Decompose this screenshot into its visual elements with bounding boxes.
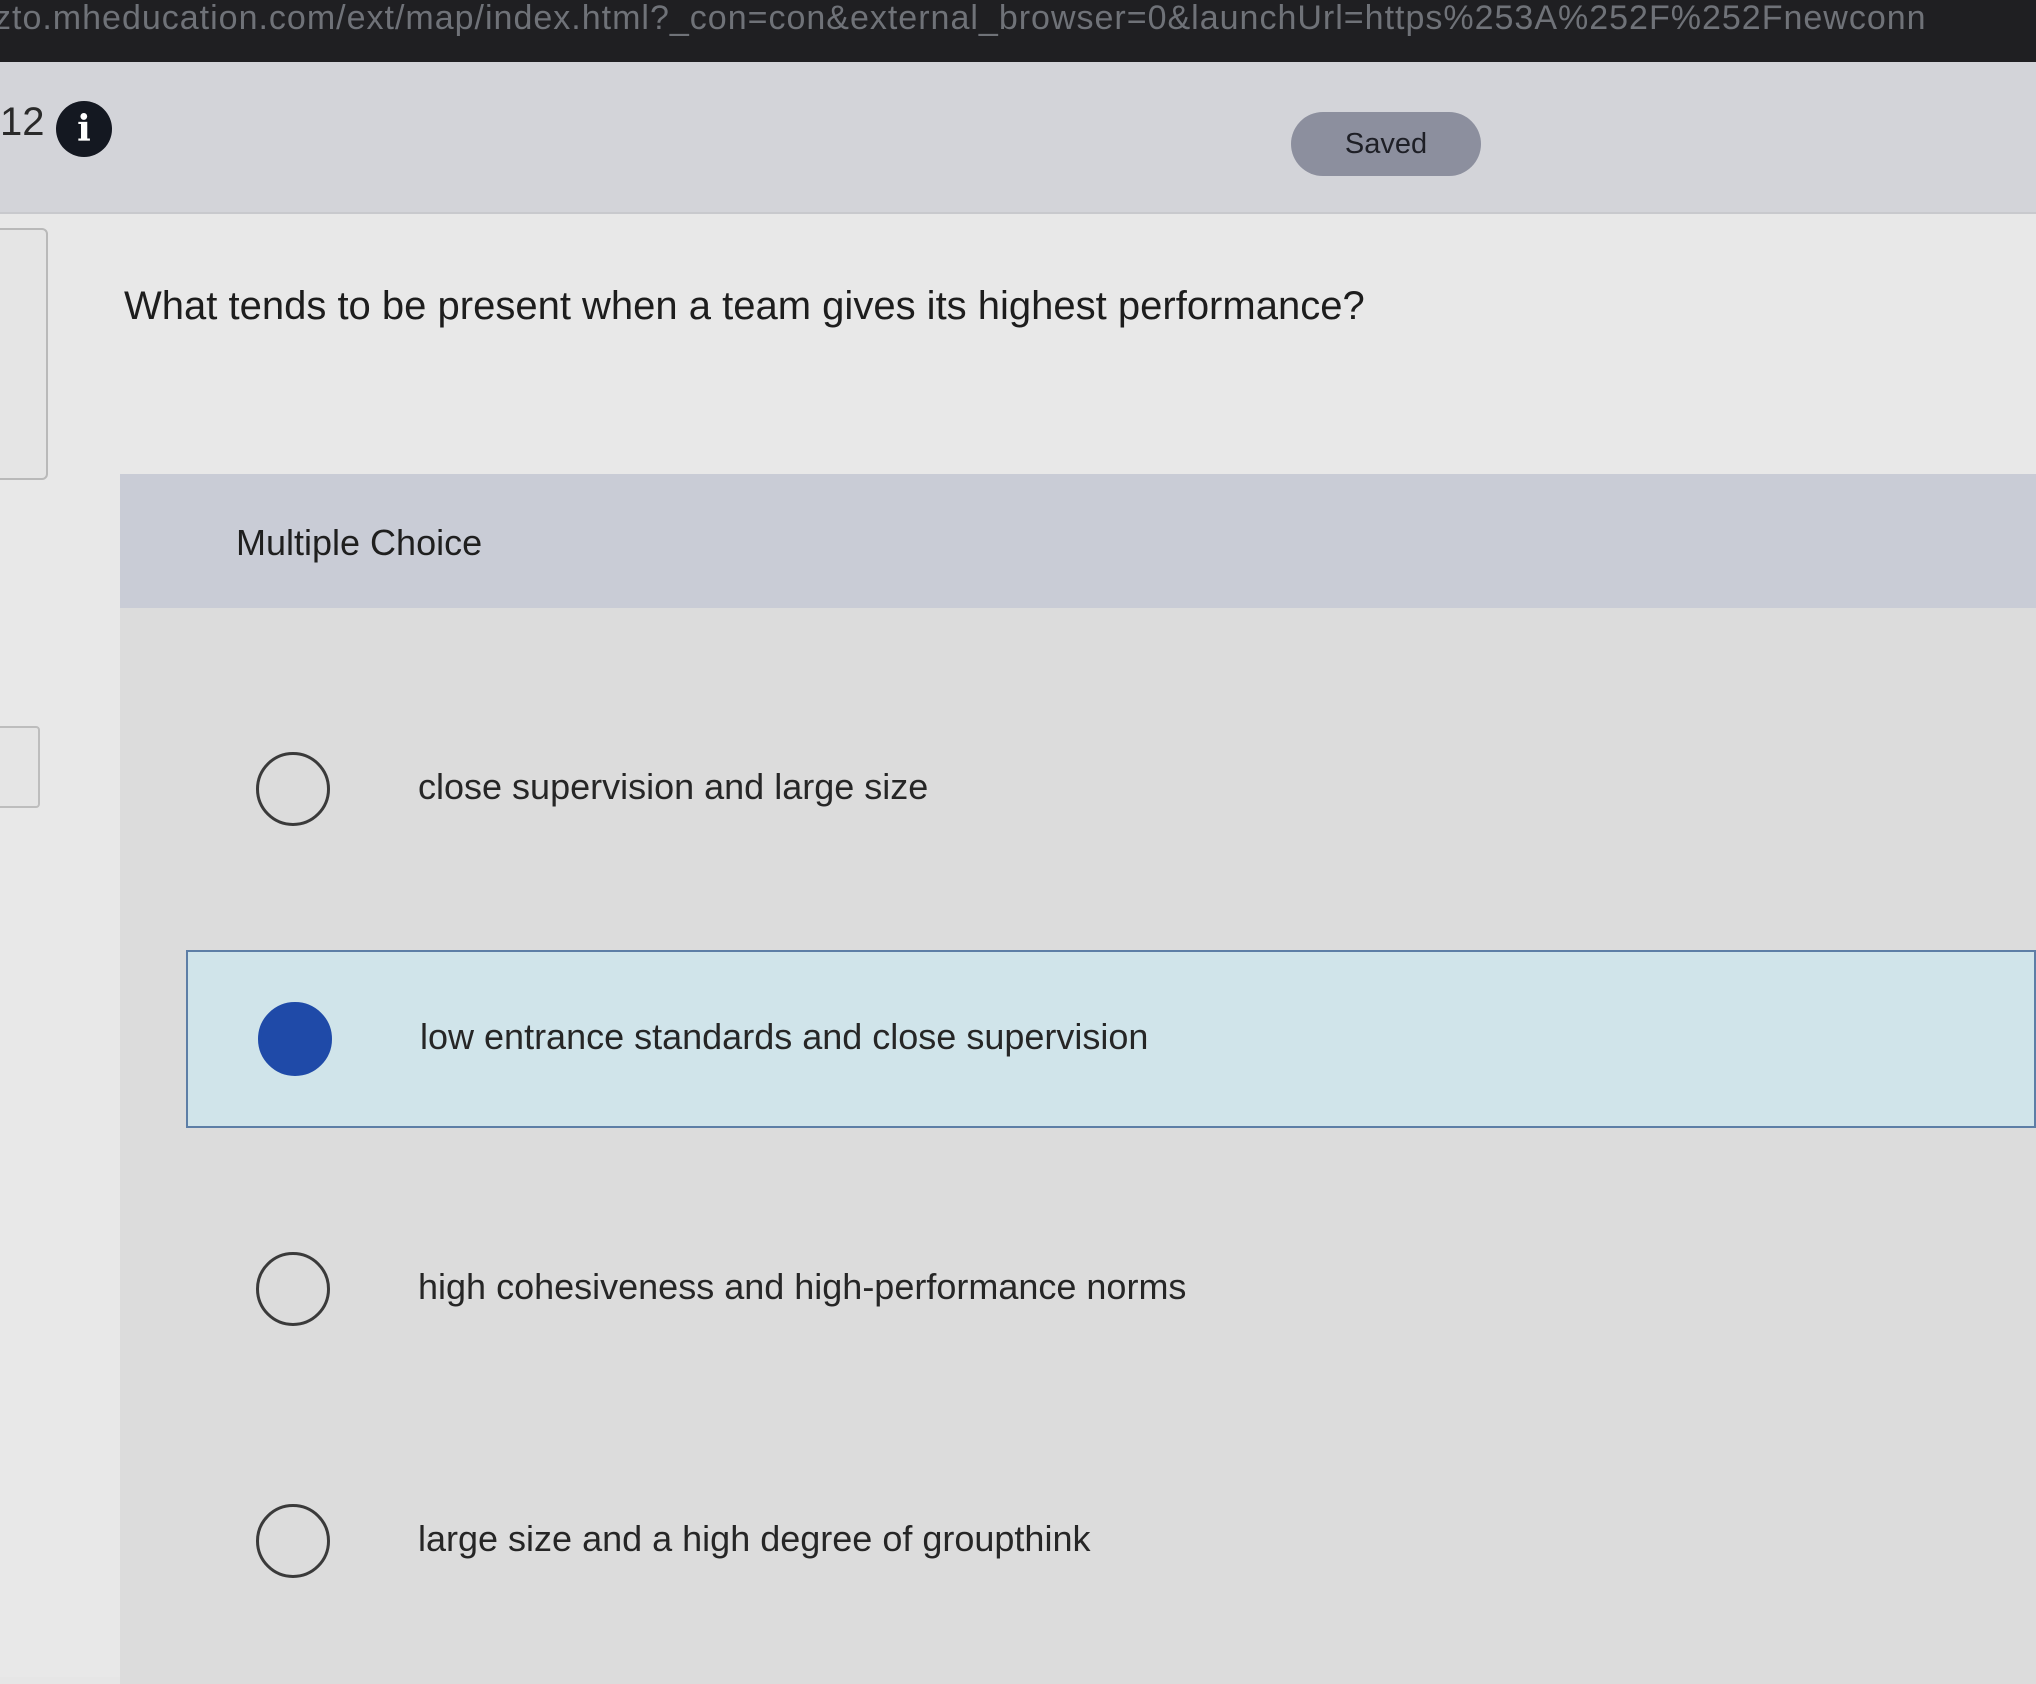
question-number: 12 [0, 100, 45, 144]
url-text[interactable]: zto.mheducation.com/ext/map/index.html?_… [0, 0, 1927, 36]
answer-choice-label[interactable]: large size and a high degree of groupthi… [418, 1518, 1090, 1560]
answer-choice-1[interactable]: close supervision and large size [186, 700, 2036, 878]
saved-status-badge: Saved [1291, 112, 1481, 176]
side-panel-tab[interactable] [0, 228, 48, 480]
answer-choice-2-selected[interactable]: low entrance standards and close supervi… [186, 950, 2036, 1128]
answer-choice-4[interactable]: large size and a high degree of groupthi… [186, 1456, 2036, 1634]
answer-choice-3[interactable]: high cohesiveness and high-performance n… [186, 1204, 2036, 1382]
question-prompt: What tends to be present when a team giv… [124, 284, 1365, 328]
radio-button[interactable] [256, 752, 330, 826]
question-type-label: Multiple Choice [236, 522, 483, 563]
answer-choice-label[interactable]: low entrance standards and close supervi… [420, 1016, 1148, 1058]
radio-button[interactable] [256, 1252, 330, 1326]
side-panel-tab-small[interactable] [0, 726, 40, 808]
radio-button-checked[interactable] [258, 1002, 332, 1076]
answer-choice-label[interactable]: close supervision and large size [418, 766, 928, 808]
info-icon[interactable]: i [56, 101, 112, 157]
question-header [0, 62, 2036, 214]
answer-choice-label[interactable]: high cohesiveness and high-performance n… [418, 1266, 1186, 1308]
browser-address-bar[interactable]: zto.mheducation.com/ext/map/index.html?_… [0, 0, 2036, 62]
radio-button[interactable] [256, 1504, 330, 1578]
